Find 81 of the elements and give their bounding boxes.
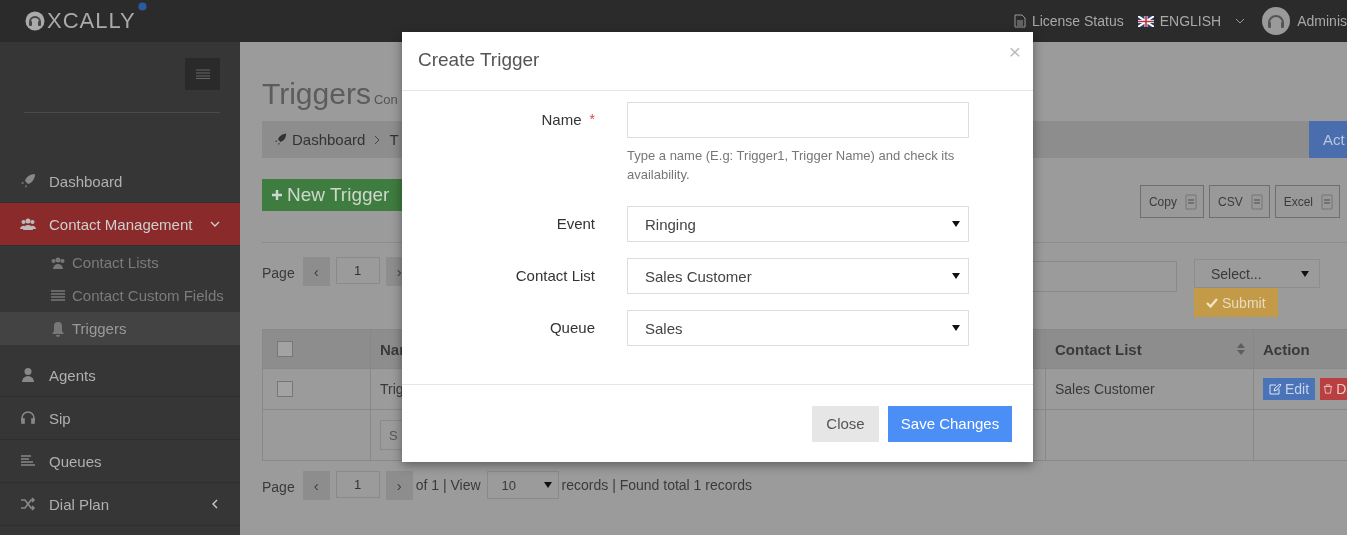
select-field[interactable]: Sales Customer	[627, 258, 969, 294]
sidebar-item[interactable]: Queues	[0, 440, 240, 483]
sidebar-item[interactable]: Agents	[0, 354, 240, 397]
rocket-icon	[274, 133, 287, 146]
row-action-button[interactable]: D	[1320, 378, 1347, 400]
user-menu[interactable]: Adminis	[1297, 13, 1347, 29]
page-size-dropdown[interactable]: 10	[486, 471, 559, 499]
trash-icon	[1323, 384, 1334, 394]
page-title: Triggers	[262, 79, 371, 109]
export-button[interactable]: CSV	[1208, 185, 1270, 218]
actions-button[interactable]: Act	[1309, 121, 1347, 158]
caret-down-icon	[543, 482, 552, 488]
previous-page-button[interactable]: ‹	[302, 257, 330, 286]
help-text: Type a name (E.g: Trigger1, Trigger Name) and check its availability.	[627, 147, 956, 184]
checkbox[interactable]	[277, 341, 293, 357]
file-icon	[1184, 193, 1197, 210]
field-label: Contact List	[515, 267, 595, 286]
menu-icon	[195, 69, 210, 79]
field-label: Queue	[549, 319, 595, 338]
sidebar-item[interactable]: Contact Management	[0, 203, 240, 246]
users-icon	[20, 216, 36, 232]
menu-toggle-button[interactable]	[185, 58, 220, 90]
avatar-icon	[1261, 6, 1292, 36]
next-page-button[interactable]: ›	[385, 471, 413, 500]
table-cell: Sales Customer	[1046, 369, 1254, 409]
flag-icon	[1137, 15, 1154, 27]
select-field[interactable]: Ringing	[627, 206, 969, 242]
rocket-icon	[20, 173, 36, 189]
breadcrumb-link[interactable]: T	[389, 131, 399, 148]
page-count-text: of 1 | View	[415, 477, 481, 493]
file-icon	[1250, 193, 1263, 210]
row-action-button[interactable]: Edit	[1263, 378, 1316, 400]
sidebar-item[interactable]: Dial Plan	[0, 483, 240, 526]
field-label: Event	[556, 215, 595, 234]
breadcrumb-link[interactable]: Dashboard	[292, 131, 366, 148]
sidebar-item[interactable]: Sip	[0, 397, 240, 440]
bulk-action-dropdown[interactable]: Select...	[1194, 259, 1320, 288]
records-text: records | Found total 1 records	[561, 477, 752, 493]
previous-page-button[interactable]: ‹	[302, 471, 330, 500]
list-icon	[50, 287, 66, 304]
file-icon	[1321, 193, 1333, 210]
queue-icon	[20, 453, 36, 469]
checkbox[interactable]	[277, 381, 293, 397]
shuffle-icon	[20, 496, 36, 512]
user-icon	[20, 367, 36, 383]
chevron-down-icon	[1235, 18, 1246, 24]
caret-down-icon	[952, 221, 960, 227]
caret-down-icon	[952, 273, 960, 279]
plus-icon	[272, 190, 282, 200]
export-button[interactable]: Excel	[1274, 185, 1340, 218]
page-number-field[interactable]: 1	[335, 257, 380, 284]
page-label: Page	[262, 479, 295, 495]
page-label: Page	[262, 265, 295, 281]
save-changes-button[interactable]: Save Changes	[888, 405, 1012, 442]
pencil-icon	[1269, 383, 1281, 395]
page-number-field[interactable]: 1	[335, 471, 380, 498]
new-trigger-button[interactable]: New Trigger	[262, 179, 402, 211]
language-dropdown[interactable]: ENGLISH	[1159, 13, 1222, 29]
page-subtitle: Con	[373, 92, 398, 109]
logo-text: XCALLY	[47, 8, 136, 34]
sort-icon	[1237, 343, 1245, 355]
bell-icon	[50, 320, 66, 337]
select-field[interactable]: Sales	[627, 310, 969, 346]
checkmark-icon	[1206, 297, 1218, 308]
close-dialog-button[interactable]: Close	[812, 405, 879, 442]
chevron-right-icon	[374, 134, 381, 145]
field-label: Name	[541, 111, 582, 130]
required-mark: *	[589, 111, 595, 129]
column-header[interactable]: Contact List	[1046, 330, 1254, 368]
caret-down-icon	[1301, 270, 1309, 277]
column-header[interactable]: Action	[1254, 330, 1347, 368]
export-button[interactable]: Copy	[1139, 185, 1204, 218]
name-field[interactable]	[627, 102, 969, 138]
license-status-link[interactable]: License Status	[1031, 13, 1124, 29]
chevron-left-icon	[210, 499, 220, 509]
dialog-title: Create Trigger	[418, 49, 540, 71]
headset-icon	[20, 410, 36, 426]
headset-logo-icon	[25, 11, 45, 31]
sidebar-subitem[interactable]: Contact Lists	[0, 246, 240, 279]
chevron-down-icon	[210, 219, 220, 229]
sidebar-subitem[interactable]: Contact Custom Fields	[0, 279, 240, 312]
